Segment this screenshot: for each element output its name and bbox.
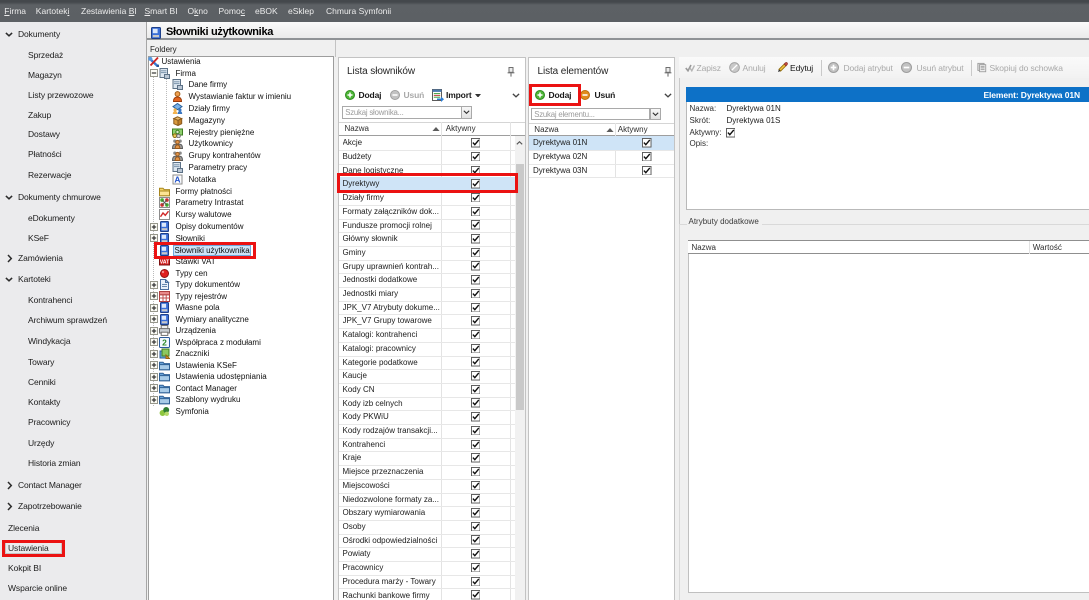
svg-text:VAT: VAT [159,260,169,266]
svg-text:2: 2 [162,337,167,347]
svg-text:A: A [174,174,180,184]
